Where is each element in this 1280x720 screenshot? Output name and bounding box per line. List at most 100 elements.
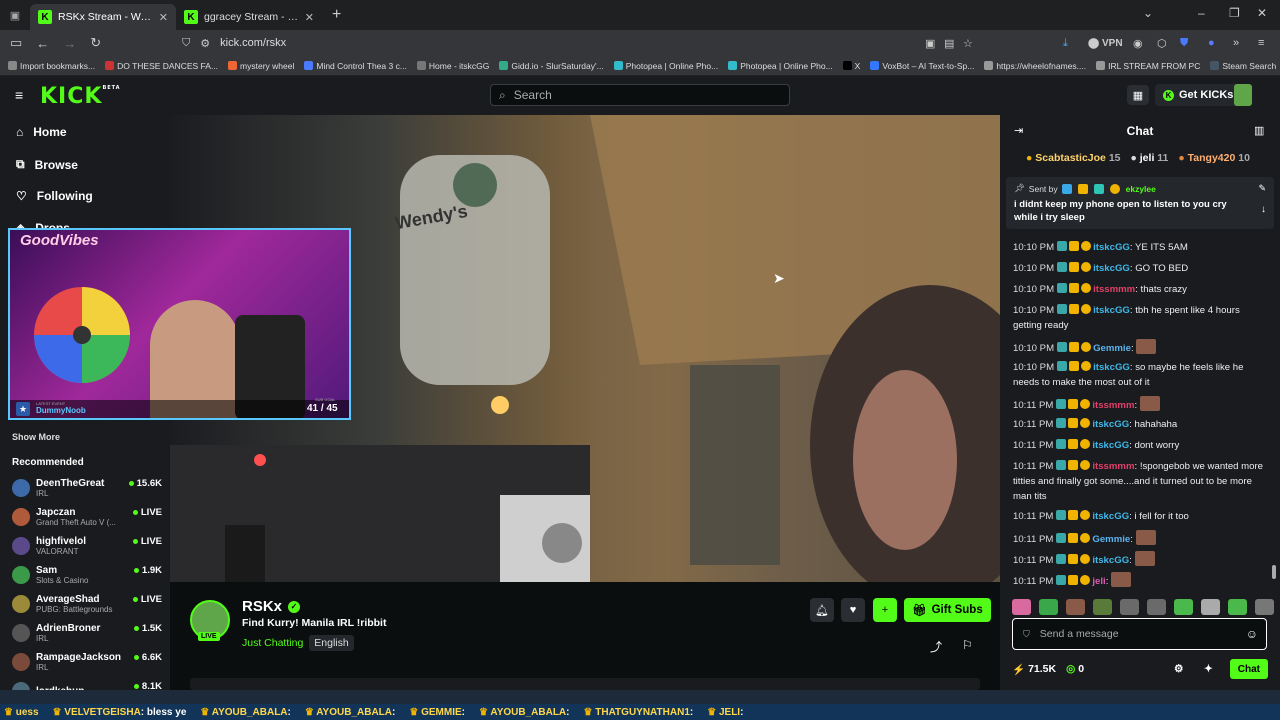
points-balance[interactable]: ◎ 0 xyxy=(1066,663,1084,675)
reload-icon[interactable]: ↻ xyxy=(90,35,101,51)
close-tab-icon[interactable]: ✕ xyxy=(305,11,314,24)
message-username[interactable]: itssmmm xyxy=(1092,461,1134,472)
pinned-user[interactable]: ekzylee xyxy=(1126,184,1156,194)
chat-message[interactable]: 10:10 PM itskcGG: YE ITS 5AM xyxy=(1013,240,1271,255)
emote-icon[interactable] xyxy=(1174,599,1193,615)
pinned-message[interactable]: 📌︎ Sent by ekzylee i didnt keep my phone… xyxy=(1006,177,1274,229)
recommended-channel[interactable]: highfivelol VALORANT LIVE xyxy=(12,532,162,560)
close-window-icon[interactable]: ✕ xyxy=(1257,6,1267,20)
chat-message[interactable]: 10:11 PM itskcGG: i fell for it too xyxy=(1013,509,1271,524)
kick-logo[interactable]: KICKBETA xyxy=(40,84,121,109)
bookmark-item[interactable]: DO THESE DANCES FA... xyxy=(105,61,218,71)
gift-subs-button[interactable]: 🎁︎ Gift Subs xyxy=(904,598,991,622)
sidebar-toggle-icon[interactable]: ▭ xyxy=(10,35,22,51)
recommended-channel[interactable]: AdrienBroner IRL 1.5K xyxy=(12,619,162,647)
streamer-name[interactable]: RSKx xyxy=(242,598,282,615)
chat-message[interactable]: 10:11 PM itssmmm: xyxy=(1013,396,1271,413)
message-username[interactable]: Gemmie xyxy=(1093,343,1131,354)
reader-icon[interactable]: ▤ xyxy=(944,37,954,50)
extensions-icon[interactable]: ⬡ xyxy=(1157,37,1167,50)
message-username[interactable]: itskcGG xyxy=(1093,362,1130,373)
show-more-link[interactable]: Show More xyxy=(12,432,60,442)
emote-icon[interactable] xyxy=(1120,599,1139,615)
search-input[interactable]: Search xyxy=(514,88,552,102)
expand-icon[interactable]: ↓ xyxy=(1261,204,1266,215)
settings-gear-icon[interactable]: ⚙ xyxy=(1174,663,1183,675)
screenshot-icon[interactable]: ▣ xyxy=(925,37,935,50)
notification-button[interactable]: 🔔︎ xyxy=(810,598,834,622)
bookmark-item[interactable]: IRL STREAM FROM PC xyxy=(1096,61,1200,71)
account-icon[interactable]: ◉ xyxy=(1133,37,1143,50)
emote-icon[interactable] xyxy=(1201,599,1220,615)
report-icon[interactable]: ⚐ xyxy=(962,638,973,652)
download-icon[interactable]: ⤓ xyxy=(1063,37,1068,50)
kicks-balance[interactable]: ⚡ 71.5K xyxy=(1012,663,1056,676)
minimize-icon[interactable]: – xyxy=(1198,6,1205,20)
bookmark-item[interactable]: VoxBot – AI Text-to-Sp... xyxy=(870,61,974,71)
leader-entry[interactable]: ● Tangy420 10 xyxy=(1178,152,1250,164)
chat-message[interactable]: 10:11 PM itskcGG: hahahaha xyxy=(1013,417,1271,432)
search-bar[interactable]: ⌕ Search xyxy=(490,84,790,106)
get-kicks-button[interactable]: K Get KICKs xyxy=(1155,84,1242,106)
message-username[interactable]: Gemmie xyxy=(1092,534,1130,545)
chat-scrollbar[interactable] xyxy=(1272,565,1276,579)
message-username[interactable]: itssmmm xyxy=(1093,284,1135,295)
language-tag[interactable]: English xyxy=(309,635,354,651)
tab-rskx[interactable]: K RSKx Stream - Watch Live o ✕ xyxy=(30,4,176,30)
chat-users-icon[interactable]: ▥ xyxy=(1254,124,1264,137)
restore-icon[interactable]: ❐ xyxy=(1229,6,1240,20)
subscribe-button[interactable]: + xyxy=(873,598,897,622)
chat-input[interactable]: Send a message xyxy=(1040,628,1119,640)
message-username[interactable]: itskcGG xyxy=(1092,511,1129,522)
chat-message[interactable]: 10:11 PM itskcGG: dont worry xyxy=(1013,438,1271,453)
recommended-channel[interactable]: Japczan Grand Theft Auto V (... LIVE xyxy=(12,503,162,531)
vpn-button[interactable]: ⬤ VPN xyxy=(1088,38,1123,49)
url-text[interactable]: kick.com/rskx xyxy=(220,37,286,49)
profile-icon[interactable]: ● xyxy=(1208,37,1215,49)
message-username[interactable]: itskcGG xyxy=(1093,305,1130,316)
message-username[interactable]: itskcGG xyxy=(1092,555,1129,566)
recommended-channel[interactable]: DeenTheGreat IRL 15.6K xyxy=(12,474,162,502)
emote-icon[interactable] xyxy=(1255,599,1274,615)
address-bar[interactable]: ⛉ ⚙ kick.com/rskx xyxy=(170,33,990,53)
bookmark-item[interactable]: Gidd.io - SlurSaturday'... xyxy=(499,61,604,71)
close-tab-icon[interactable]: ✕ xyxy=(159,11,168,24)
chat-send-button[interactable]: Chat xyxy=(1229,659,1268,679)
chat-message[interactable]: 10:11 PM itskcGG: xyxy=(1013,551,1271,568)
chat-message[interactable]: 10:10 PM Gemmie: xyxy=(1013,339,1271,356)
category-link[interactable]: Just Chatting xyxy=(242,637,303,649)
unpin-icon[interactable]: ✎ xyxy=(1258,183,1266,194)
chat-message[interactable]: 10:10 PM itskcGG: tbh he spent like 4 hou… xyxy=(1013,303,1271,333)
leader-entry[interactable]: ● jeli 11 xyxy=(1131,152,1169,164)
message-username[interactable]: itskcGG xyxy=(1092,440,1129,451)
new-tab-icon[interactable]: + xyxy=(332,6,341,24)
bookmark-item[interactable]: https://wheelofnames.... xyxy=(984,61,1086,71)
chevron-down-icon[interactable]: ⌄ xyxy=(1143,6,1153,20)
message-username[interactable]: jeli xyxy=(1092,576,1105,587)
bookmark-item[interactable]: mystery wheel xyxy=(228,61,294,71)
shield-icon[interactable]: ⛉ xyxy=(182,37,190,50)
site-settings-icon[interactable]: ⚙ xyxy=(200,37,210,50)
tab-ggracey[interactable]: K ggracey Stream - Watch Live on ✕ xyxy=(176,4,322,30)
chat-message[interactable]: 10:10 PM itskcGG: GO TO BED xyxy=(1013,261,1271,276)
chat-rewards-icon[interactable]: ✦ xyxy=(1204,663,1213,675)
emote-icon[interactable] xyxy=(1147,599,1166,615)
bitwarden-icon[interactable]: ⛊ xyxy=(1180,37,1188,50)
hamburger-menu-icon[interactable]: ≡ xyxy=(15,87,23,103)
chat-message[interactable]: 10:11 PM jeli: xyxy=(1013,572,1271,589)
message-username[interactable]: itskcGG xyxy=(1093,242,1130,253)
chat-message[interactable]: 10:11 PM itssmmm: !spongebob we wanted mo… xyxy=(1013,459,1271,504)
emote-icon[interactable] xyxy=(1012,599,1031,615)
layout-icon[interactable]: ▦ xyxy=(1127,85,1149,105)
share-icon[interactable]: ⤴ xyxy=(930,638,942,655)
leader-entry[interactable]: ● ScabtasticJoe 15 xyxy=(1026,152,1121,164)
emote-icon[interactable] xyxy=(1093,599,1112,615)
forward-icon[interactable]: → xyxy=(63,36,76,51)
recommended-channel[interactable]: RampageJackson IRL 6.6K xyxy=(12,648,162,676)
more-chevron-icon[interactable]: » xyxy=(1233,37,1239,49)
star-icon[interactable]: ☆ xyxy=(963,37,973,50)
bookmark-item[interactable]: Mind Control Thea 3 c... xyxy=(304,61,407,71)
emote-icon[interactable] xyxy=(1066,599,1085,615)
bookmark-item[interactable]: Home - itskcGG xyxy=(416,61,489,71)
sidebar-item-browse[interactable]: ⧉ Browse xyxy=(16,157,78,172)
